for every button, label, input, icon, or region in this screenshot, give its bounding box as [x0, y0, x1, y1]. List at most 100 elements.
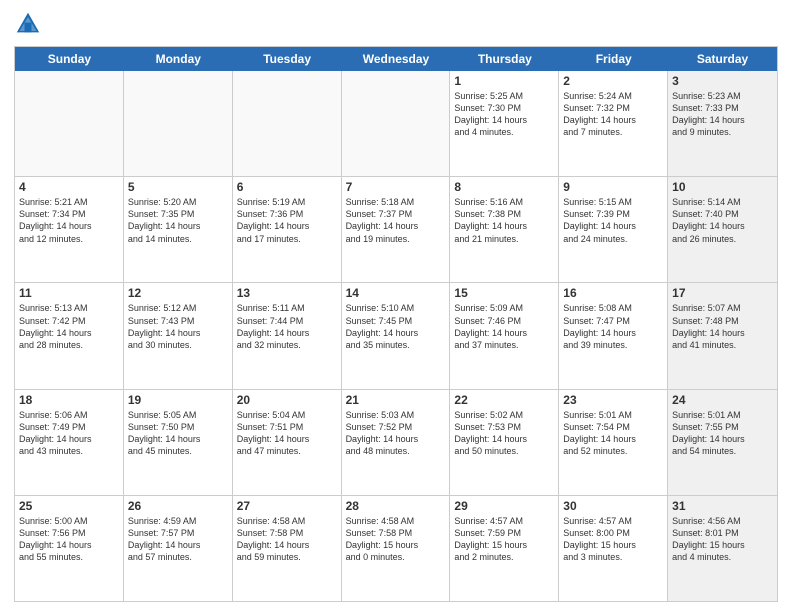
day-number: 8: [454, 180, 554, 194]
cell-detail: Sunrise: 5:01 AM Sunset: 7:54 PM Dayligh…: [563, 409, 663, 458]
cell-detail: Sunrise: 4:57 AM Sunset: 7:59 PM Dayligh…: [454, 515, 554, 564]
cell-detail: Sunrise: 5:21 AM Sunset: 7:34 PM Dayligh…: [19, 196, 119, 245]
day-number: 16: [563, 286, 663, 300]
calendar-cell-28: 28 Sunrise: 4:58 AM Sunset: 7:58 PM Dayli…: [342, 496, 451, 601]
day-number: 10: [672, 180, 773, 194]
cell-detail: Sunrise: 5:18 AM Sunset: 7:37 PM Dayligh…: [346, 196, 446, 245]
calendar-cell-16: 16Sunrise: 5:08 AM Sunset: 7:47 PM Dayli…: [559, 283, 668, 388]
calendar-row-3: 18 Sunrise: 5:06 AM Sunset: 7:49 PM Dayli…: [15, 390, 777, 496]
day-number: 12: [128, 286, 228, 300]
calendar: SundayMondayTuesdayWednesdayThursdayFrid…: [14, 46, 778, 602]
weekday-header-friday: Friday: [559, 47, 668, 71]
cell-detail: Sunrise: 4:59 AM Sunset: 7:57 PM Dayligh…: [128, 515, 228, 564]
cell-detail: Sunrise: 5:15 AM Sunset: 7:39 PM Dayligh…: [563, 196, 663, 245]
cell-detail: Sunrise: 5:12 AM Sunset: 7:43 PM Dayligh…: [128, 302, 228, 351]
calendar-cell-5: 5Sunrise: 5:20 AM Sunset: 7:35 PM Daylig…: [124, 177, 233, 282]
day-number: 30: [563, 499, 663, 513]
page: SundayMondayTuesdayWednesdayThursdayFrid…: [0, 0, 792, 612]
calendar-cell-11: 11Sunrise: 5:13 AM Sunset: 7:42 PM Dayli…: [15, 283, 124, 388]
calendar-cell-empty-0-3: [342, 71, 451, 176]
day-number: 17: [672, 286, 773, 300]
day-number: 23: [563, 393, 663, 407]
calendar-cell-3: 3Sunrise: 5:23 AM Sunset: 7:33 PM Daylig…: [668, 71, 777, 176]
calendar-cell-27: 27 Sunrise: 4:58 AM Sunset: 7:58 PM Dayli…: [233, 496, 342, 601]
day-number: 18: [19, 393, 119, 407]
day-number: 22: [454, 393, 554, 407]
calendar-row-1: 4 Sunrise: 5:21 AM Sunset: 7:34 PM Daylig…: [15, 177, 777, 283]
calendar-cell-12: 12 Sunrise: 5:12 AM Sunset: 7:43 PM Dayli…: [124, 283, 233, 388]
calendar-cell-7: 7 Sunrise: 5:18 AM Sunset: 7:37 PM Daylig…: [342, 177, 451, 282]
calendar-cell-empty-0-1: [124, 71, 233, 176]
day-number: 20: [237, 393, 337, 407]
day-number: 28: [346, 499, 446, 513]
cell-detail: Sunrise: 5:06 AM Sunset: 7:49 PM Dayligh…: [19, 409, 119, 458]
day-number: 29: [454, 499, 554, 513]
day-number: 31: [672, 499, 773, 513]
calendar-cell-26: 26Sunrise: 4:59 AM Sunset: 7:57 PM Dayli…: [124, 496, 233, 601]
cell-detail: Sunrise: 4:58 AM Sunset: 7:58 PM Dayligh…: [237, 515, 337, 564]
day-number: 6: [237, 180, 337, 194]
calendar-body: 1Sunrise: 5:25 AM Sunset: 7:30 PM Daylig…: [15, 71, 777, 601]
cell-detail: Sunrise: 5:24 AM Sunset: 7:32 PM Dayligh…: [563, 90, 663, 139]
weekday-header-thursday: Thursday: [450, 47, 559, 71]
day-number: 2: [563, 74, 663, 88]
cell-detail: Sunrise: 5:10 AM Sunset: 7:45 PM Dayligh…: [346, 302, 446, 351]
calendar-row-2: 11Sunrise: 5:13 AM Sunset: 7:42 PM Dayli…: [15, 283, 777, 389]
logo: [14, 10, 46, 38]
day-number: 24: [672, 393, 773, 407]
day-number: 13: [237, 286, 337, 300]
calendar-row-0: 1Sunrise: 5:25 AM Sunset: 7:30 PM Daylig…: [15, 71, 777, 177]
cell-detail: Sunrise: 5:14 AM Sunset: 7:40 PM Dayligh…: [672, 196, 773, 245]
cell-detail: Sunrise: 5:16 AM Sunset: 7:38 PM Dayligh…: [454, 196, 554, 245]
calendar-cell-23: 23 Sunrise: 5:01 AM Sunset: 7:54 PM Dayli…: [559, 390, 668, 495]
cell-detail: Sunrise: 5:19 AM Sunset: 7:36 PM Dayligh…: [237, 196, 337, 245]
day-number: 9: [563, 180, 663, 194]
day-number: 11: [19, 286, 119, 300]
calendar-cell-14: 14 Sunrise: 5:10 AM Sunset: 7:45 PM Dayli…: [342, 283, 451, 388]
cell-detail: Sunrise: 5:00 AM Sunset: 7:56 PM Dayligh…: [19, 515, 119, 564]
header: [14, 10, 778, 38]
calendar-cell-1: 1Sunrise: 5:25 AM Sunset: 7:30 PM Daylig…: [450, 71, 559, 176]
day-number: 19: [128, 393, 228, 407]
day-number: 7: [346, 180, 446, 194]
calendar-cell-24: 24 Sunrise: 5:01 AM Sunset: 7:55 PM Dayli…: [668, 390, 777, 495]
calendar-cell-17: 17 Sunrise: 5:07 AM Sunset: 7:48 PM Dayli…: [668, 283, 777, 388]
cell-detail: Sunrise: 4:57 AM Sunset: 8:00 PM Dayligh…: [563, 515, 663, 564]
calendar-header: SundayMondayTuesdayWednesdayThursdayFrid…: [15, 47, 777, 71]
day-number: 5: [128, 180, 228, 194]
calendar-cell-21: 21Sunrise: 5:03 AM Sunset: 7:52 PM Dayli…: [342, 390, 451, 495]
weekday-header-tuesday: Tuesday: [233, 47, 342, 71]
calendar-row-4: 25 Sunrise: 5:00 AM Sunset: 7:56 PM Dayli…: [15, 496, 777, 601]
calendar-cell-15: 15Sunrise: 5:09 AM Sunset: 7:46 PM Dayli…: [450, 283, 559, 388]
cell-detail: Sunrise: 4:58 AM Sunset: 7:58 PM Dayligh…: [346, 515, 446, 564]
calendar-cell-6: 6 Sunrise: 5:19 AM Sunset: 7:36 PM Daylig…: [233, 177, 342, 282]
cell-detail: Sunrise: 5:25 AM Sunset: 7:30 PM Dayligh…: [454, 90, 554, 139]
day-number: 21: [346, 393, 446, 407]
cell-detail: Sunrise: 5:23 AM Sunset: 7:33 PM Dayligh…: [672, 90, 773, 139]
calendar-cell-18: 18 Sunrise: 5:06 AM Sunset: 7:49 PM Dayli…: [15, 390, 124, 495]
weekday-header-sunday: Sunday: [15, 47, 124, 71]
calendar-cell-19: 19Sunrise: 5:05 AM Sunset: 7:50 PM Dayli…: [124, 390, 233, 495]
cell-detail: Sunrise: 5:07 AM Sunset: 7:48 PM Dayligh…: [672, 302, 773, 351]
calendar-cell-2: 2 Sunrise: 5:24 AM Sunset: 7:32 PM Daylig…: [559, 71, 668, 176]
calendar-cell-8: 8 Sunrise: 5:16 AM Sunset: 7:38 PM Daylig…: [450, 177, 559, 282]
calendar-cell-29: 29 Sunrise: 4:57 AM Sunset: 7:59 PM Dayli…: [450, 496, 559, 601]
cell-detail: Sunrise: 5:09 AM Sunset: 7:46 PM Dayligh…: [454, 302, 554, 351]
cell-detail: Sunrise: 5:01 AM Sunset: 7:55 PM Dayligh…: [672, 409, 773, 458]
calendar-cell-30: 30 Sunrise: 4:57 AM Sunset: 8:00 PM Dayli…: [559, 496, 668, 601]
day-number: 14: [346, 286, 446, 300]
calendar-cell-25: 25 Sunrise: 5:00 AM Sunset: 7:56 PM Dayli…: [15, 496, 124, 601]
calendar-cell-13: 13 Sunrise: 5:11 AM Sunset: 7:44 PM Dayli…: [233, 283, 342, 388]
calendar-cell-4: 4 Sunrise: 5:21 AM Sunset: 7:34 PM Daylig…: [15, 177, 124, 282]
cell-detail: Sunrise: 4:56 AM Sunset: 8:01 PM Dayligh…: [672, 515, 773, 564]
cell-detail: Sunrise: 5:11 AM Sunset: 7:44 PM Dayligh…: [237, 302, 337, 351]
day-number: 4: [19, 180, 119, 194]
cell-detail: Sunrise: 5:02 AM Sunset: 7:53 PM Dayligh…: [454, 409, 554, 458]
cell-detail: Sunrise: 5:04 AM Sunset: 7:51 PM Dayligh…: [237, 409, 337, 458]
calendar-cell-empty-0-2: [233, 71, 342, 176]
calendar-cell-22: 22 Sunrise: 5:02 AM Sunset: 7:53 PM Dayli…: [450, 390, 559, 495]
weekday-header-monday: Monday: [124, 47, 233, 71]
calendar-cell-31: 31 Sunrise: 4:56 AM Sunset: 8:01 PM Dayli…: [668, 496, 777, 601]
day-number: 25: [19, 499, 119, 513]
day-number: 27: [237, 499, 337, 513]
